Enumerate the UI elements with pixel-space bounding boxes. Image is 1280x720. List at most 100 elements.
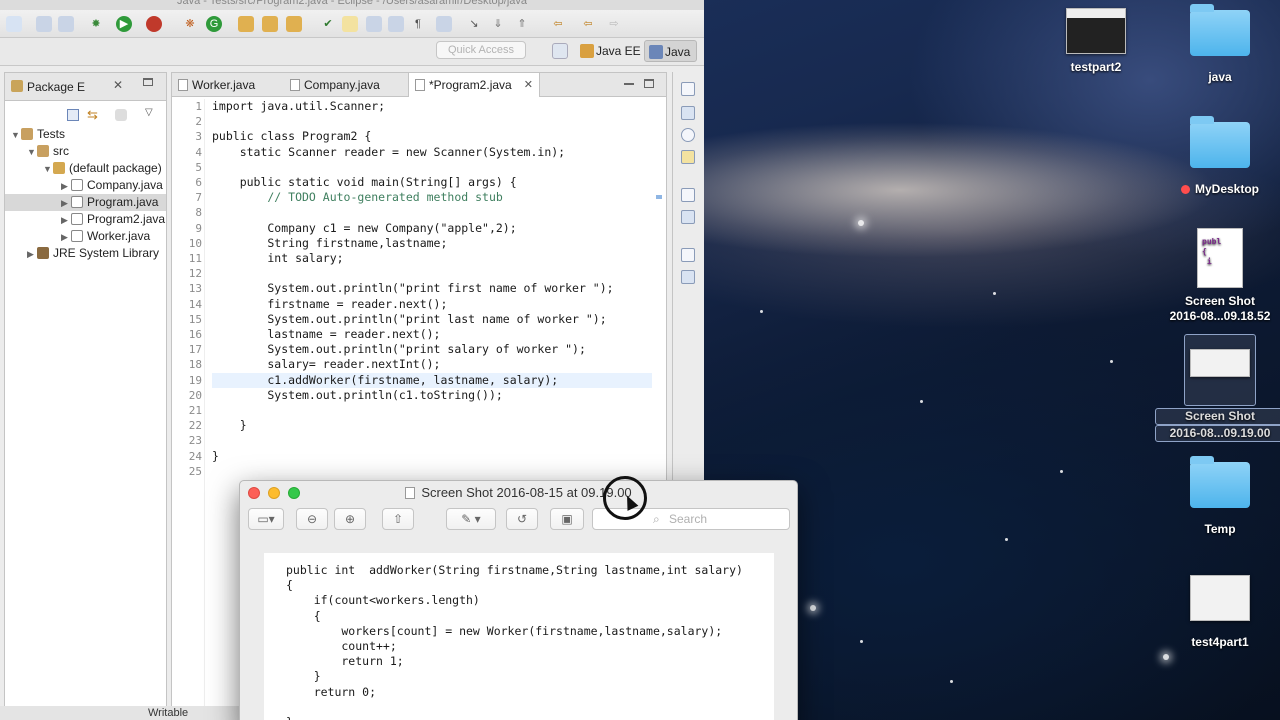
new-icon[interactable] xyxy=(6,16,22,32)
code-line[interactable]: static Scanner reader = new Scanner(Syst… xyxy=(212,145,565,160)
maximize-icon[interactable] xyxy=(644,79,654,88)
close-window-button[interactable] xyxy=(248,487,260,499)
code-line[interactable]: System.out.println("print salary of work… xyxy=(212,342,586,357)
code-line[interactable]: System.out.println(c1.toString()); xyxy=(212,388,502,403)
desktop-icon-screenshot-091900[interactable]: Screen Shot 2016-08...09.19.00 xyxy=(1155,334,1280,442)
restore-icon[interactable] xyxy=(681,82,695,96)
toolbox-button[interactable]: ▣ xyxy=(550,508,584,530)
minimize-window-button[interactable] xyxy=(268,487,280,499)
sidebar-toggle-button[interactable]: ▭▾ xyxy=(248,508,284,530)
perspective-java[interactable]: Java xyxy=(644,40,698,62)
restore-icon[interactable] xyxy=(681,248,695,262)
line-number: 22 xyxy=(188,419,202,433)
tree-item-tests[interactable]: ▼ Tests xyxy=(11,126,65,143)
zoom-out-button[interactable]: ⊖ xyxy=(296,508,328,530)
desktop-icon-testpart2[interactable]: testpart2 xyxy=(1031,8,1161,75)
code-line[interactable]: System.out.println("print first name of … xyxy=(212,281,613,296)
toggle-block-icon[interactable] xyxy=(366,16,382,32)
desktop-icon-screenshot-091852[interactable]: publ{ i Screen Shot 2016-08...09.18.52 xyxy=(1155,228,1280,324)
share-button[interactable]: ⇧ xyxy=(382,508,414,530)
quick-access-input[interactable]: Quick Access xyxy=(436,41,526,59)
open-task-icon[interactable] xyxy=(262,16,278,32)
open-perspective-icon[interactable] xyxy=(552,43,568,59)
code-line[interactable]: public static void main(String[] args) { xyxy=(212,175,517,190)
tree-item-src[interactable]: ▼ src xyxy=(27,143,69,160)
code-line[interactable]: c1.addWorker(firstname, lastname, salary… xyxy=(212,372,652,388)
desktop-icon-temp[interactable]: Temp xyxy=(1155,456,1280,537)
back-icon[interactable]: ⇦ xyxy=(550,16,566,32)
package-explorer-tab[interactable]: Package E ✕ xyxy=(5,73,166,101)
code-line[interactable]: int salary; xyxy=(212,251,343,266)
view-menu-icon[interactable]: ▽ xyxy=(145,107,153,118)
focus-icon[interactable] xyxy=(115,109,127,121)
perspective-java-ee[interactable]: Java EE xyxy=(576,40,647,62)
star xyxy=(810,605,816,611)
java-file-icon xyxy=(71,179,83,191)
collapse-all-icon[interactable] xyxy=(67,109,79,121)
save-all-icon[interactable] xyxy=(58,16,74,32)
perspective-bar: Quick Access Java EE Java xyxy=(0,38,704,66)
last-edit-icon[interactable]: ⇦ xyxy=(580,16,596,32)
new-class-icon[interactable]: G xyxy=(206,16,222,32)
desktop-icon-java[interactable]: java xyxy=(1155,4,1280,85)
maximize-icon[interactable] xyxy=(143,78,153,86)
tree-item-jre-system-library[interactable]: ▶ JRE System Library xyxy=(27,245,159,262)
search-icon[interactable] xyxy=(286,16,302,32)
link-with-editor-icon[interactable]: ⇆ xyxy=(87,107,98,123)
desktop-icon-test4part1[interactable]: test4part1 xyxy=(1155,575,1280,650)
code-line[interactable]: import java.util.Scanner; xyxy=(212,99,385,114)
open-type-icon[interactable] xyxy=(238,16,254,32)
save-icon[interactable] xyxy=(36,16,52,32)
code-line[interactable]: } xyxy=(212,418,247,433)
tab-program2-java[interactable]: *Program2.java ✕ xyxy=(408,73,540,97)
tree-item-default-package[interactable]: ▼ (default package) xyxy=(43,160,162,177)
code-line[interactable]: System.out.println("print last name of w… xyxy=(212,312,606,327)
line-number: 3 xyxy=(195,130,202,144)
task-list-icon[interactable] xyxy=(681,270,695,284)
javadoc-icon[interactable] xyxy=(681,128,695,142)
declaration-icon[interactable] xyxy=(681,150,695,164)
star xyxy=(950,680,953,683)
tab-company-java[interactable]: Company.java xyxy=(284,73,408,97)
line-number: 11 xyxy=(188,252,202,265)
code-line[interactable]: String firstname,lastname; xyxy=(212,236,447,251)
tree-item-company-java[interactable]: ▶ Company.java xyxy=(61,177,163,194)
close-tab-icon[interactable]: ✕ xyxy=(524,73,533,97)
zoom-in-button[interactable]: ⊕ xyxy=(334,508,366,530)
next-annotation-icon[interactable]: ⇓ xyxy=(490,16,506,32)
preview-titlebar[interactable]: Screen Shot 2016-08-15 at 09.19.00 xyxy=(240,481,797,505)
markup-button[interactable]: ✎ ▾ xyxy=(446,508,496,530)
code-line[interactable]: public class Program2 { xyxy=(212,129,371,144)
pin-icon[interactable]: ↘ xyxy=(466,16,482,32)
code-line[interactable]: } xyxy=(212,449,219,464)
debug-icon[interactable]: ✸ xyxy=(88,16,104,32)
console-icon[interactable] xyxy=(681,210,695,224)
rotate-button[interactable]: ↺ xyxy=(506,508,538,530)
toggle-mark-occurrences-icon[interactable]: ✔ xyxy=(320,16,336,32)
minimize-icon[interactable] xyxy=(624,83,634,85)
tree-item-program-java[interactable]: ▶ Program.java xyxy=(5,194,166,211)
run-external-icon[interactable] xyxy=(146,16,162,32)
run-icon[interactable]: ▶ xyxy=(116,16,132,32)
show-whitespace-icon[interactable] xyxy=(388,16,404,32)
code-line[interactable]: lastname = reader.next(); xyxy=(212,327,440,342)
code-line[interactable]: Company c1 = new Company("apple",2); xyxy=(212,221,516,236)
highlight-icon[interactable] xyxy=(342,16,358,32)
restore-icon[interactable] xyxy=(681,188,695,202)
close-icon[interactable]: ✕ xyxy=(113,78,123,92)
format-icon[interactable] xyxy=(436,16,452,32)
code-line[interactable]: salary= reader.nextInt(); xyxy=(212,357,440,372)
new-java-project-icon[interactable]: ❋ xyxy=(182,16,198,32)
code-line[interactable]: // TODO Auto-generated method stub xyxy=(212,190,502,205)
zoom-window-button[interactable] xyxy=(288,487,300,499)
code-line[interactable]: firstname = reader.next(); xyxy=(212,297,447,312)
previous-annotation-icon[interactable]: ⇑ xyxy=(514,16,530,32)
forward-icon[interactable]: ⇨ xyxy=(606,16,622,32)
tab-worker-java[interactable]: Worker.java xyxy=(172,73,284,97)
line-number: 23 xyxy=(188,434,202,448)
tree-item-program2-java[interactable]: ▶ Program2.java xyxy=(61,211,165,228)
outline-icon[interactable] xyxy=(681,106,695,120)
desktop-icon-mydesktop[interactable]: MyDesktop xyxy=(1155,116,1280,197)
tree-item-worker-java[interactable]: ▶ Worker.java xyxy=(61,228,150,245)
paragraph-icon[interactable]: ¶ xyxy=(410,16,426,32)
